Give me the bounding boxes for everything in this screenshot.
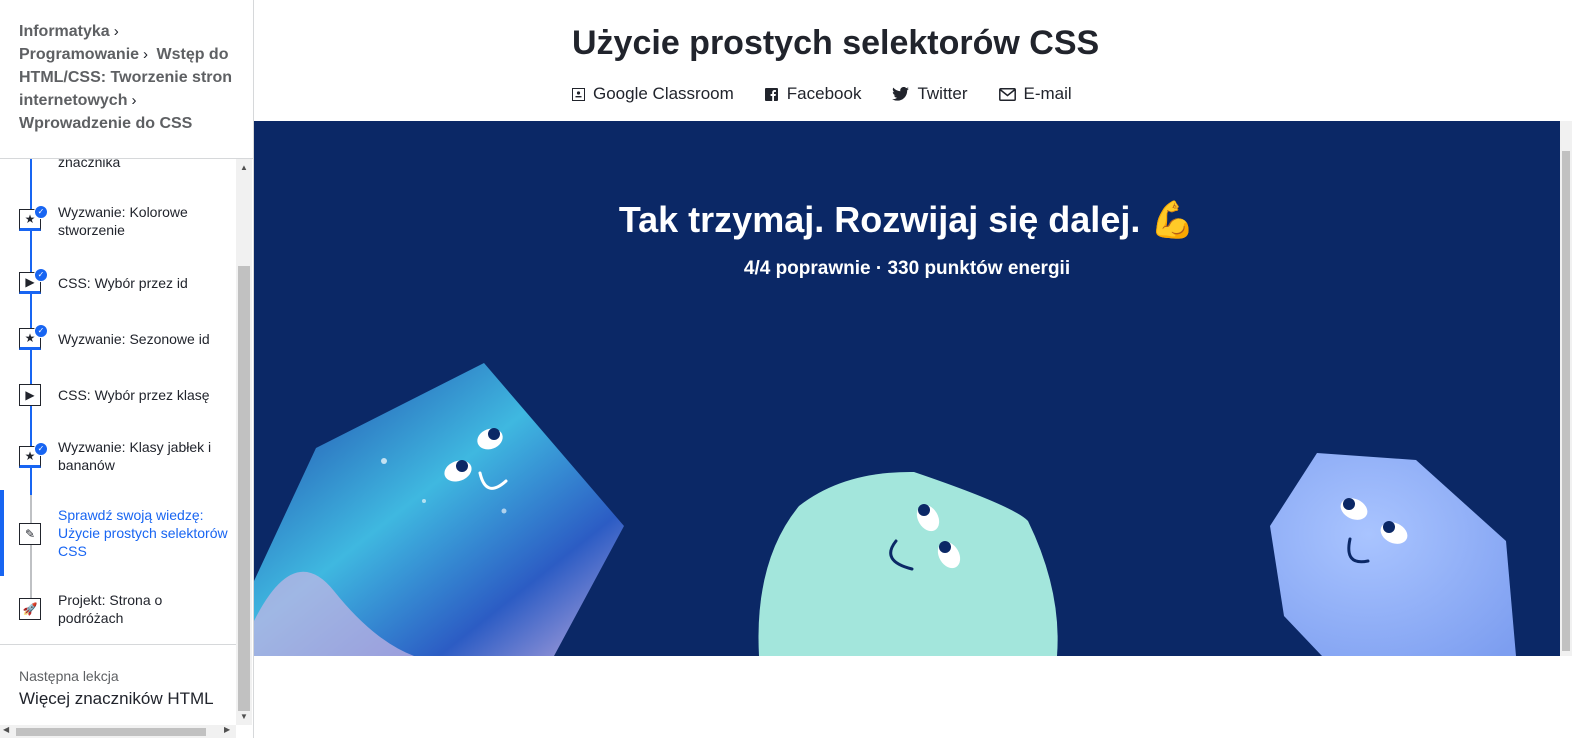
page-title: Użycie prostych selektorów CSS <box>572 24 1100 62</box>
sidebar: Informatyka › Programowanie › Wstęp do HTM… <box>0 0 254 738</box>
scrollbar-thumb[interactable] <box>1562 151 1570 651</box>
blue-creature <box>254 363 624 656</box>
lesson-item[interactable]: ▶ CSS: Wybór przez klasę <box>0 384 236 414</box>
breadcrumb-item-informatyka[interactable]: Informatyka <box>19 23 110 40</box>
lesson-item[interactable]: znacznika <box>0 159 236 173</box>
lesson-item[interactable]: ▶ ✓ CSS: Wybór przez id <box>0 268 236 302</box>
creatures-illustration <box>254 363 1516 656</box>
content-scrollbar[interactable] <box>1560 121 1572 656</box>
lesson-label: Wyzwanie: Kolorowe stworzenie <box>58 204 188 238</box>
chevron-right-icon: › <box>113 23 119 40</box>
scrollbar-thumb[interactable] <box>238 266 250 711</box>
lesson-label: Projekt: Strona o podróżach <box>58 592 163 626</box>
chevron-right-icon: › <box>143 46 149 63</box>
active-indicator <box>0 490 4 576</box>
lesson-item[interactable]: ★ ✓ Wyzwanie: Sezonowe id <box>0 324 236 358</box>
lesson-label: Sprawdź swoją wiedzę: Użycie prostych se… <box>58 507 228 559</box>
share-twitter-button[interactable]: Twitter <box>892 84 968 104</box>
scroll-right-arrow-icon[interactable]: ▶ <box>224 725 230 734</box>
breadcrumb: Informatyka › Programowanie › Wstęp do HTM… <box>19 20 234 135</box>
scroll-left-arrow-icon[interactable]: ◀ <box>3 725 9 734</box>
classroom-icon <box>571 87 585 101</box>
share-email-button[interactable]: E-mail <box>998 84 1072 104</box>
check-icon: ✓ <box>34 324 48 338</box>
share-bar: Google Classroom Facebook Twitter E-mail <box>571 84 1103 104</box>
scroll-up-arrow-icon[interactable]: ▲ <box>240 163 248 172</box>
divider <box>0 644 236 645</box>
result-banner: Tak trzymaj. Rozwijaj się dalej. 💪 4/4 p… <box>254 121 1560 656</box>
share-label: Twitter <box>917 84 968 103</box>
next-lesson-link[interactable]: Więcej znaczników HTML <box>19 689 214 709</box>
share-google-classroom-button[interactable]: Google Classroom <box>571 84 734 104</box>
mail-icon <box>998 87 1016 101</box>
chevron-right-icon: › <box>131 92 137 109</box>
pencil-icon: ✎ <box>19 523 41 545</box>
share-label: Facebook <box>786 84 862 103</box>
share-facebook-button[interactable]: Facebook <box>765 84 862 104</box>
lesson-item[interactable]: ★ ✓ Wyzwanie: Klasy jabłek i bananów <box>0 438 236 478</box>
check-icon: ✓ <box>34 205 48 219</box>
lesson-label: Wyzwanie: Klasy jabłek i bananów <box>58 439 212 473</box>
sidebar-hscrollbar[interactable]: ◀ ▶ <box>0 725 236 738</box>
breadcrumb-item-programowanie[interactable]: Programowanie <box>19 46 139 63</box>
lesson-label: Wyzwanie: Sezonowe id <box>58 331 210 347</box>
check-icon: ✓ <box>34 442 48 456</box>
play-icon: ▶ <box>19 384 41 406</box>
check-icon: ✓ <box>34 268 48 282</box>
share-label: Google Classroom <box>593 84 734 103</box>
breadcrumb-item-unit[interactable]: Wprowadzenie do CSS <box>19 115 192 132</box>
scroll-down-arrow-icon[interactable]: ▼ <box>240 712 248 721</box>
sidebar-scrollbar[interactable]: ▲ ▼ <box>236 159 252 725</box>
lesson-label: znacznika <box>58 159 121 170</box>
lesson-item[interactable]: ★ ✓ Wyzwanie: Kolorowe stworzenie <box>0 203 236 243</box>
twitter-icon <box>892 87 910 101</box>
lesson-list: znacznika ★ ✓ Wyzwanie: Kolorowe stworze… <box>0 159 236 644</box>
lesson-label: CSS: Wybór przez id <box>58 275 188 291</box>
facebook-icon <box>765 87 779 101</box>
next-lesson-label: Następna lekcja <box>19 668 119 684</box>
teal-creature <box>758 471 1058 656</box>
lesson-item-active[interactable]: ✎ Sprawdź swoją wiedzę: Użycie prostych … <box>0 506 236 566</box>
share-label: E-mail <box>1023 84 1072 103</box>
scrollbar-thumb[interactable] <box>16 728 206 736</box>
lesson-label: CSS: Wybór przez klasę <box>58 387 210 403</box>
lavender-creature <box>1270 453 1516 656</box>
rocket-icon: 🚀 <box>19 598 41 620</box>
lesson-item[interactable]: 🚀 Projekt: Strona o podróżach <box>0 591 236 631</box>
